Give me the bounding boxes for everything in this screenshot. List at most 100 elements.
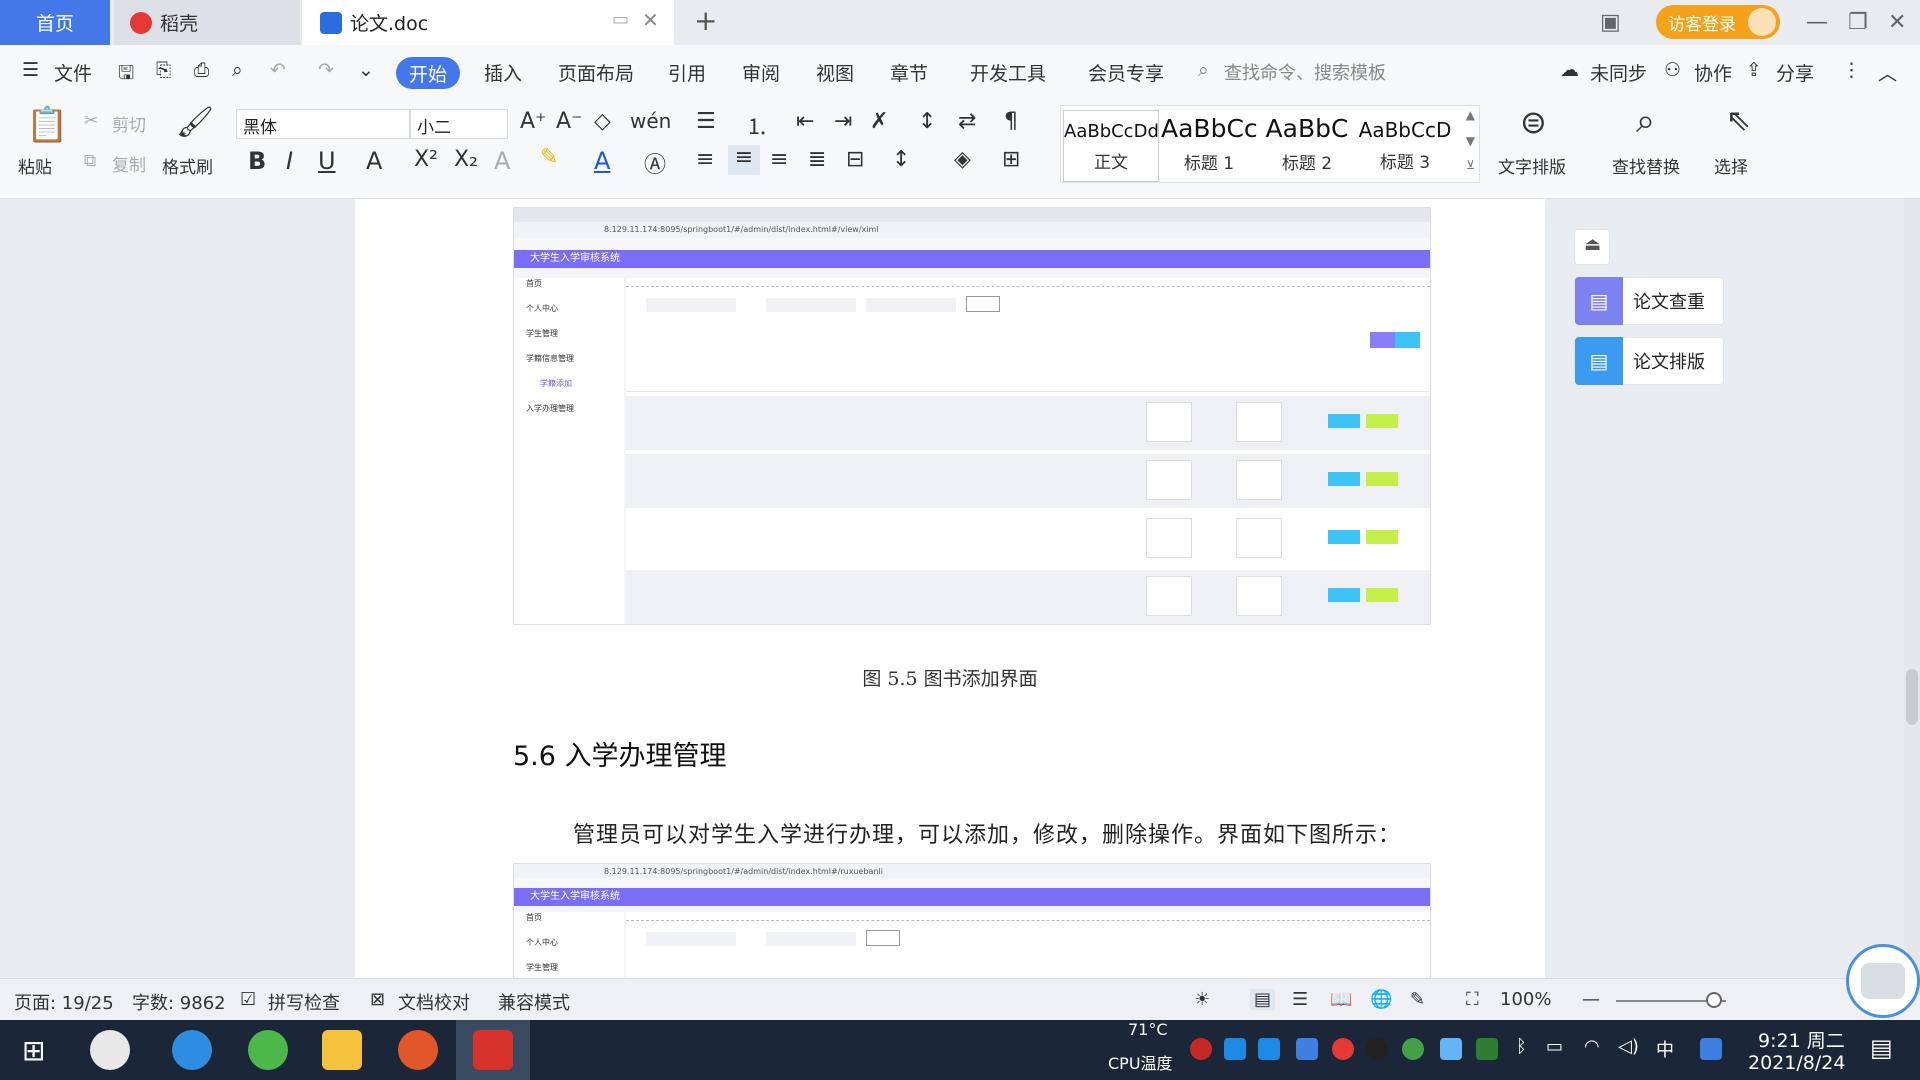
notifications-icon[interactable]: ▤ xyxy=(1870,1034,1893,1062)
assistant-robot[interactable] xyxy=(1846,944,1920,1018)
clear-format-icon[interactable]: ◇ xyxy=(594,109,611,134)
read-view-icon[interactable]: 📖 xyxy=(1330,989,1352,1010)
line-spacing-icon[interactable]: ↕ xyxy=(892,147,910,172)
align-center-icon[interactable]: ≡ xyxy=(728,145,760,175)
text-layout-icon[interactable]: ⊜ xyxy=(1520,103,1547,141)
share-button[interactable]: 分享 xyxy=(1776,59,1814,86)
close-window-icon[interactable]: ✕ xyxy=(1888,10,1906,35)
shading-icon[interactable]: ◈ xyxy=(954,147,971,172)
nvidia-icon[interactable] xyxy=(1476,1038,1498,1060)
browser-360-icon[interactable] xyxy=(248,1030,288,1070)
restore-icon[interactable]: ❐ xyxy=(1848,10,1868,35)
menu-references[interactable]: 引用 xyxy=(668,59,706,86)
find-replace-button[interactable]: 查找替换 xyxy=(1612,153,1680,178)
paste-icon[interactable]: 📋 xyxy=(26,105,68,145)
zoom-slider-handle[interactable] xyxy=(1706,992,1722,1008)
font-name-select[interactable]: 黑体 xyxy=(236,109,410,139)
export-pdf-icon[interactable]: ⎘ xyxy=(156,59,171,81)
paper-check-button[interactable]: ▤ 论文查重 xyxy=(1574,277,1724,325)
window-mode-icon[interactable]: ▭ xyxy=(612,9,629,30)
paper-layout-button[interactable]: ▤ 论文排版 xyxy=(1574,337,1724,385)
page-view-icon[interactable]: ▤ xyxy=(1250,989,1276,1010)
command-search-input[interactable]: 查找命令、搜索模板 xyxy=(1224,59,1386,85)
web-view-icon[interactable]: 🌐 xyxy=(1370,989,1392,1010)
redo-icon[interactable]: ↷ xyxy=(318,59,334,81)
fit-page-icon[interactable]: ⛶ xyxy=(1466,989,1479,1010)
superscript-icon[interactable]: X² xyxy=(414,147,438,172)
file-explorer-icon[interactable] xyxy=(322,1030,362,1070)
vertical-scrollbar[interactable] xyxy=(1904,199,1920,978)
tab-daoke[interactable]: 稻壳 xyxy=(114,0,300,45)
visitor-login-button[interactable]: 访客登录 xyxy=(1656,5,1780,39)
tray-app-icon[interactable] xyxy=(1440,1038,1462,1060)
print-preview-icon[interactable]: ⌕ xyxy=(232,59,243,81)
ie-browser-icon[interactable] xyxy=(172,1030,212,1070)
outline-view-icon[interactable]: ☰ xyxy=(1292,989,1308,1010)
security-shield-icon[interactable] xyxy=(1296,1038,1318,1060)
windows-start-icon[interactable]: ⊞ xyxy=(22,1034,45,1067)
spell-check-button[interactable]: 拼写检查 xyxy=(268,989,340,1015)
italic-icon[interactable]: I xyxy=(286,147,293,175)
new-tab-icon[interactable]: + xyxy=(694,4,717,37)
wps-taskbar-item[interactable] xyxy=(456,1020,530,1080)
numbered-list-icon[interactable]: ⒈ xyxy=(746,109,768,141)
cut-button[interactable]: 剪切 xyxy=(112,111,146,136)
subscript-icon[interactable]: X₂ xyxy=(454,147,478,172)
proofread-button[interactable]: 文档校对 xyxy=(398,989,470,1015)
battery-icon[interactable]: ▭ xyxy=(1546,1036,1563,1057)
zoom-out-icon[interactable]: — xyxy=(1582,989,1600,1010)
word-count[interactable]: 字数: 9862 xyxy=(132,989,226,1015)
menu-file[interactable]: 文件 xyxy=(54,59,92,86)
more-icon[interactable]: ⋮ xyxy=(1842,59,1861,81)
volume-icon[interactable]: ◁) xyxy=(1618,1036,1639,1057)
hamburger-icon[interactable]: ☰ xyxy=(22,59,39,81)
menu-insert[interactable]: 插入 xyxy=(484,59,522,86)
text-effect-icon[interactable]: A xyxy=(494,147,510,175)
align-left-icon[interactable]: ≡ xyxy=(696,147,714,172)
align-right-icon[interactable]: ≡ xyxy=(770,147,788,172)
cut-icon[interactable]: ✂ xyxy=(84,111,98,131)
menu-review[interactable]: 审阅 xyxy=(742,59,780,86)
collab-button[interactable]: 协作 xyxy=(1694,59,1732,86)
wifi-icon[interactable]: ◠ xyxy=(1584,1036,1600,1057)
bullet-list-icon[interactable]: ☰ xyxy=(696,109,716,134)
shrink-font-icon[interactable]: A⁻ xyxy=(556,109,583,134)
tray-app-icon[interactable] xyxy=(1190,1038,1212,1060)
tray-app-icon[interactable] xyxy=(1700,1038,1722,1060)
format-painter-icon[interactable]: 🖌 xyxy=(176,105,214,140)
zoom-select[interactable]: 100% xyxy=(1500,989,1551,1010)
menu-dev-tools[interactable]: 开发工具 xyxy=(970,59,1046,86)
show-marks-icon[interactable]: ¶ xyxy=(1004,109,1018,134)
text-layout-button[interactable]: 文字排版 xyxy=(1498,153,1566,178)
panel-collapse-button[interactable]: ⏏ xyxy=(1574,229,1610,265)
style-heading-2[interactable]: AaBbC 标题 2 xyxy=(1259,110,1355,182)
minimize-icon[interactable]: — xyxy=(1806,10,1828,35)
grow-font-icon[interactable]: A⁺ xyxy=(520,109,547,134)
styles-more-icon[interactable]: ⊻ xyxy=(1466,158,1475,172)
char-border-icon[interactable]: Ⓐ xyxy=(644,147,666,179)
style-normal[interactable]: AaBbCcDd 正文 xyxy=(1063,110,1159,182)
sort-icon[interactable]: ↕ xyxy=(918,109,936,134)
close-tab-icon[interactable]: ✕ xyxy=(642,8,659,32)
collapse-ribbon-icon[interactable]: ︿ xyxy=(1878,59,1897,86)
tab-document[interactable]: 论文.doc ▭ ✕ xyxy=(302,0,674,45)
save-icon[interactable]: 🖫 xyxy=(118,59,134,91)
clock-time[interactable]: 9:21 周二 xyxy=(1758,1026,1845,1053)
paste-button[interactable]: 粘贴 xyxy=(18,153,52,178)
distribute-icon[interactable]: ⊟ xyxy=(846,147,864,172)
highlight-icon[interactable]: ✎ xyxy=(540,145,558,170)
justify-icon[interactable]: ≣ xyxy=(808,147,826,172)
qq-icon[interactable] xyxy=(1366,1038,1388,1060)
style-heading-3[interactable]: AaBbCcD 标题 3 xyxy=(1357,110,1453,182)
customize-chevron-icon[interactable]: ⌄ xyxy=(358,59,374,81)
menu-view[interactable]: 视图 xyxy=(816,59,854,86)
tray-app-icon[interactable] xyxy=(1258,1038,1280,1060)
ime-indicator[interactable]: 中 xyxy=(1656,1036,1674,1062)
write-view-icon[interactable]: ✎ xyxy=(1410,989,1425,1010)
styles-scroll-up-icon[interactable]: ▲ xyxy=(1466,108,1475,122)
undo-icon[interactable]: ↶ xyxy=(270,59,286,81)
copy-icon[interactable]: ⧉ xyxy=(84,151,96,171)
tray-app-icon[interactable] xyxy=(1224,1038,1246,1060)
increase-indent-icon[interactable]: ⇥ xyxy=(834,109,852,134)
clock-date[interactable]: 2021/8/24 xyxy=(1748,1052,1845,1074)
